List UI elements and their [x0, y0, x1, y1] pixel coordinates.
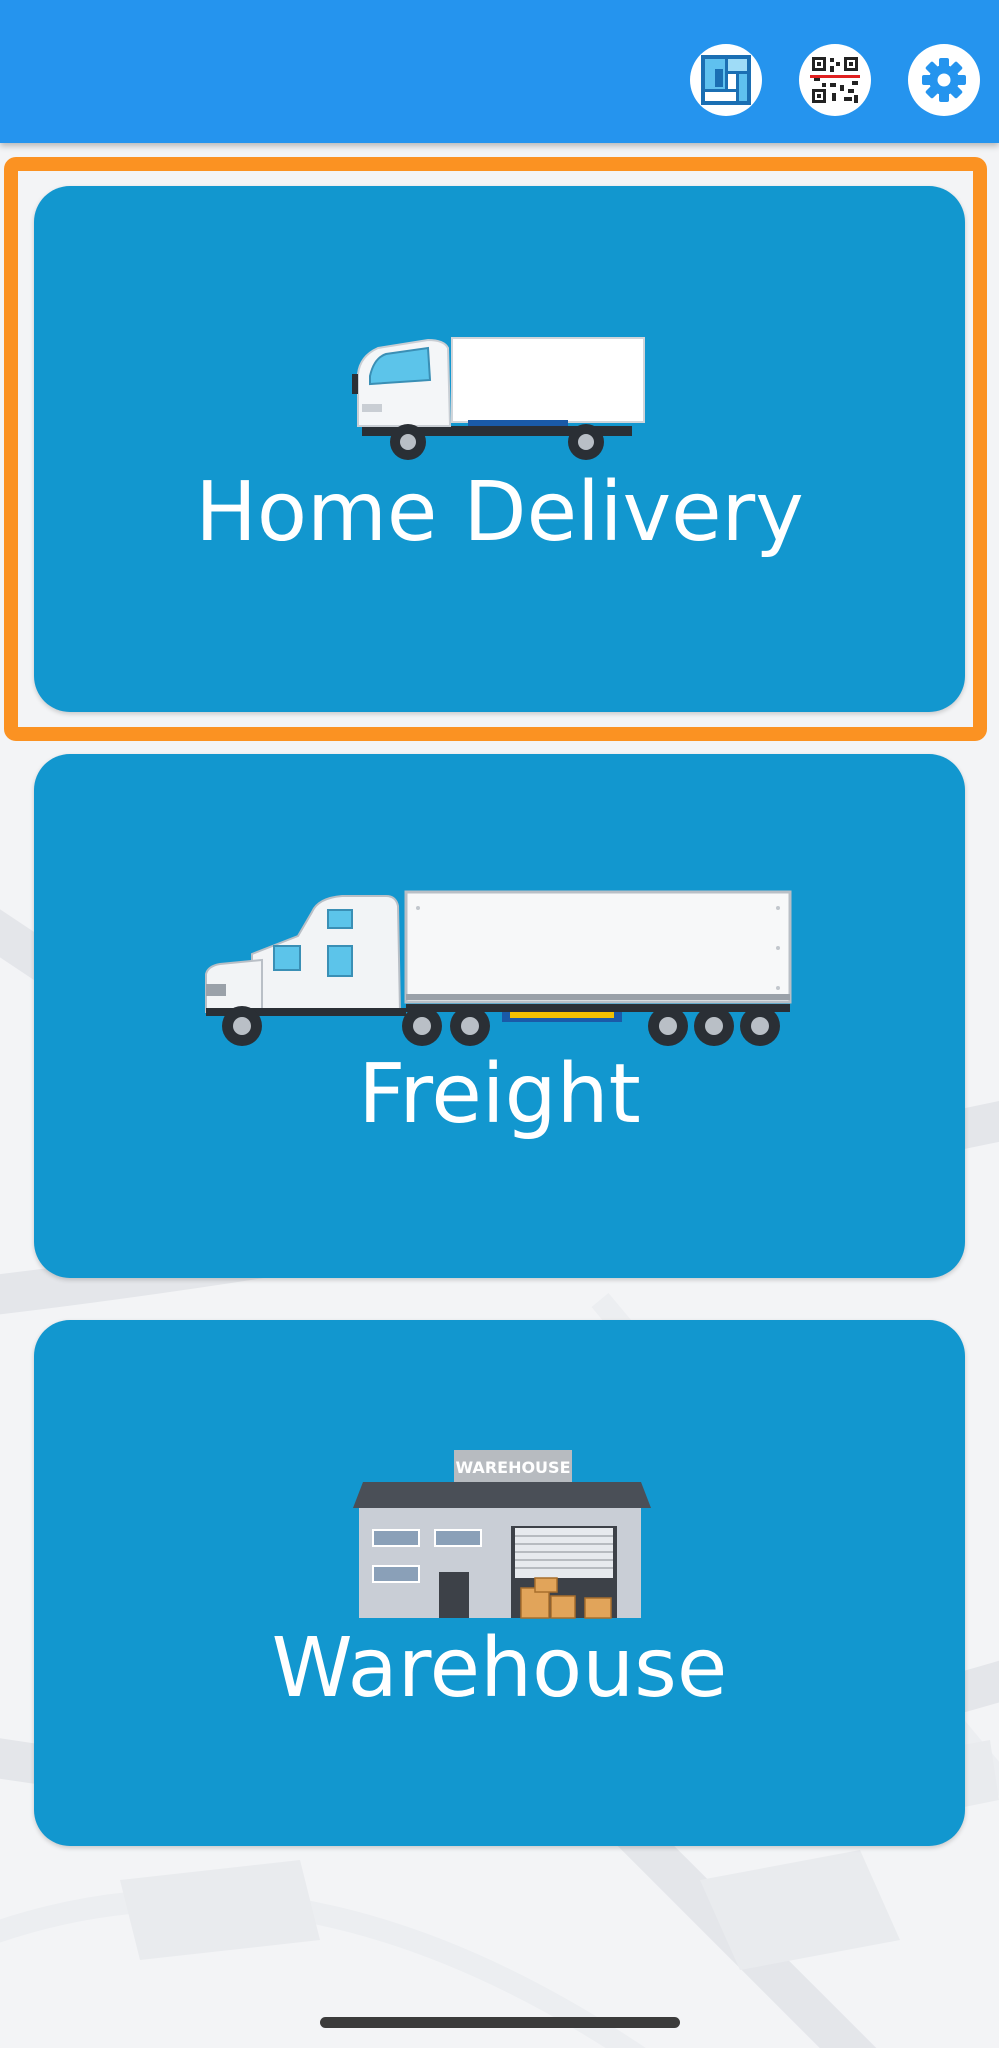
- home-delivery-card[interactable]: Home Delivery: [34, 186, 965, 712]
- settings-button[interactable]: [908, 44, 980, 116]
- layout-button[interactable]: [690, 44, 762, 116]
- semi-truck-icon: [205, 890, 792, 1046]
- freight-card[interactable]: Freight: [34, 754, 965, 1278]
- gear-icon: [922, 58, 966, 102]
- home-delivery-label: Home Delivery: [195, 465, 804, 560]
- qr-code-icon: [810, 57, 860, 103]
- home-indicator[interactable]: [320, 2017, 680, 2028]
- warehouse-label: Warehouse: [271, 1621, 728, 1716]
- qr-scan-button[interactable]: [799, 44, 871, 116]
- app-header: [0, 0, 999, 143]
- box-truck-icon: [352, 337, 645, 460]
- warehouse-card[interactable]: WAREHOUSE Warehouse: [34, 1320, 965, 1846]
- freight-label: Freight: [358, 1047, 641, 1142]
- warehouse-icon: WAREHOUSE: [353, 1450, 651, 1619]
- warehouse-sign-text: WAREHOUSE: [456, 1458, 571, 1477]
- layout-icon: [701, 55, 751, 105]
